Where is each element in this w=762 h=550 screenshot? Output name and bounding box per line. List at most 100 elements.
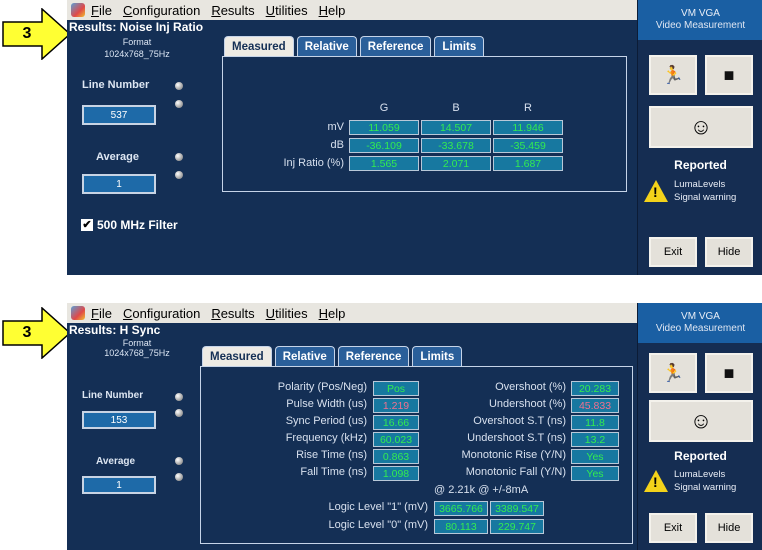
menu-results[interactable]: Results xyxy=(211,3,254,18)
tab-reference[interactable]: Reference xyxy=(337,346,410,366)
value-cell: 60.023 xyxy=(373,432,419,447)
filter-checkbox[interactable]: ✔ 500 MHz Filter xyxy=(81,218,178,232)
tab-measured[interactable]: Measured xyxy=(202,346,272,366)
signal-display-button[interactable]: ☺ xyxy=(649,106,753,148)
run-button[interactable]: 🏃 xyxy=(649,55,697,95)
format-value: 1024x768_75Hz xyxy=(104,348,170,358)
step-arrow: 3 xyxy=(2,307,72,359)
test-condition: @ 2.21k @ +/-8mA xyxy=(434,484,529,496)
row-label: Monotonic Rise (Y/N) xyxy=(461,449,566,461)
menu-configuration[interactable]: Configuration xyxy=(123,3,200,18)
average-down-knob[interactable] xyxy=(175,171,183,179)
warning-message: ! LumaLevels Signal warning xyxy=(644,178,736,204)
warning-icon: ! xyxy=(644,470,668,492)
average-up-knob[interactable] xyxy=(175,153,183,161)
row-label: Frequency (kHz) xyxy=(285,432,367,444)
row-label: Polarity (Pos/Neg) xyxy=(277,381,367,393)
menu-results[interactable]: Results xyxy=(211,306,254,321)
settings-sidebar: Results: H Sync Format 1024x768_75Hz Lin… xyxy=(67,323,217,550)
tab-reference[interactable]: Reference xyxy=(359,36,432,56)
hide-button[interactable]: Hide xyxy=(705,513,753,543)
value-cell: 2.071 xyxy=(421,156,491,171)
value-cell: 0.863 xyxy=(373,449,419,464)
tab-limits[interactable]: Limits xyxy=(412,346,463,366)
value-cell: 11.946 xyxy=(493,120,563,135)
run-icon: 🏃 xyxy=(661,362,685,383)
tab-relative[interactable]: Relative xyxy=(274,346,335,366)
exit-button[interactable]: Exit xyxy=(649,237,697,267)
menu-utilities[interactable]: Utilities xyxy=(266,3,308,18)
tab-measured[interactable]: Measured xyxy=(224,36,294,56)
row-label: Monotonic Fall (Y/N) xyxy=(465,466,566,478)
row-label: mV xyxy=(327,121,345,133)
column-header: R xyxy=(524,102,532,114)
warning-line-2: Signal warning xyxy=(674,482,737,493)
run-icon: 🏃 xyxy=(661,64,685,85)
value-cell: 45.833 xyxy=(571,398,619,413)
signal-display-button[interactable]: ☺ xyxy=(649,400,753,442)
app-window: File Configuration Results Utilities Hel… xyxy=(67,303,762,550)
menu-help[interactable]: Help xyxy=(319,306,346,321)
module-title: VM VGA Video Measurement xyxy=(638,303,762,343)
row-label: Fall Time (ns) xyxy=(300,466,367,478)
average-down-knob[interactable] xyxy=(175,473,183,481)
value-cell: 1.219 xyxy=(373,398,419,413)
warning-icon: ! xyxy=(644,180,668,202)
step-number: 3 xyxy=(22,324,32,341)
row-label: Inj Ratio (%) xyxy=(283,157,344,169)
measured-panel: Polarity (Pos/Neg) Pos Pulse Width (us) … xyxy=(200,366,633,544)
line-number-label: Line Number xyxy=(82,390,144,401)
value-cell: -36.109 xyxy=(349,138,419,153)
run-button[interactable]: 🏃 xyxy=(649,353,697,393)
format-value: 1024x768_75Hz xyxy=(104,49,170,59)
result-tabs: Measured Relative Reference Limits xyxy=(202,346,465,366)
app-logo-icon xyxy=(71,306,85,320)
control-panel: VM VGA Video Measurement 🏃 ■ ☺ Reported … xyxy=(637,303,762,550)
row-label: Logic Level "0" (mV) xyxy=(328,519,428,531)
column-header: B xyxy=(452,102,460,114)
line-number-up-knob[interactable] xyxy=(175,393,183,401)
average-up-knob[interactable] xyxy=(175,457,183,465)
line-number-down-knob[interactable] xyxy=(175,100,183,108)
line-number-field[interactable]: 153 xyxy=(82,411,156,429)
average-label: Average xyxy=(96,456,136,467)
average-field[interactable]: 1 xyxy=(82,476,156,494)
warning-message: ! LumaLevels Signal warning xyxy=(644,468,736,494)
format-label: Format xyxy=(122,37,152,47)
menu-file[interactable]: File xyxy=(91,306,112,321)
line-number-up-knob[interactable] xyxy=(175,82,183,90)
value-cell: 11.059 xyxy=(349,120,419,135)
settings-sidebar: Results: Noise Inj Ratio Format 1024x768… xyxy=(67,20,217,275)
line-number-down-knob[interactable] xyxy=(175,409,183,417)
value-cell: Yes xyxy=(571,449,619,464)
results-title: Results: Noise Inj Ratio xyxy=(69,20,204,34)
row-label: Sync Period (us) xyxy=(285,415,367,427)
checkbox-icon: ✔ xyxy=(81,219,93,231)
value-cell: 14.507 xyxy=(421,120,491,135)
stop-button[interactable]: ■ xyxy=(705,55,753,95)
tab-relative[interactable]: Relative xyxy=(296,36,357,56)
stop-button[interactable]: ■ xyxy=(705,353,753,393)
value-cell: 16.66 xyxy=(373,415,419,430)
exit-button[interactable]: Exit xyxy=(649,513,697,543)
menu-bar: File Configuration Results Utilities Hel… xyxy=(67,303,637,323)
menu-help[interactable]: Help xyxy=(319,3,346,18)
signal-face-icon: ☺ xyxy=(689,408,713,433)
line-number-field[interactable]: 537 xyxy=(82,105,156,125)
row-label: Overshoot (%) xyxy=(495,381,566,393)
row-label: Undershoot S.T (ns) xyxy=(467,432,566,444)
average-field[interactable]: 1 xyxy=(82,174,156,194)
menu-utilities[interactable]: Utilities xyxy=(266,306,308,321)
row-label: Pulse Width (us) xyxy=(286,398,367,410)
value-cell: 80.113 xyxy=(434,519,488,534)
tab-limits[interactable]: Limits xyxy=(434,36,485,56)
value-cell: 13.2 xyxy=(571,432,619,447)
column-header: G xyxy=(379,102,389,114)
menu-configuration[interactable]: Configuration xyxy=(123,306,200,321)
reported-label: Reported xyxy=(674,158,727,172)
menu-file[interactable]: File xyxy=(91,3,112,18)
hide-button[interactable]: Hide xyxy=(705,237,753,267)
menu-bar: File Configuration Results Utilities Hel… xyxy=(67,0,637,20)
row-label: Overshoot S.T (ns) xyxy=(473,415,566,427)
noise-inj-ratio-screenshot: 3 File Configuration Results Utilities H… xyxy=(0,0,762,275)
